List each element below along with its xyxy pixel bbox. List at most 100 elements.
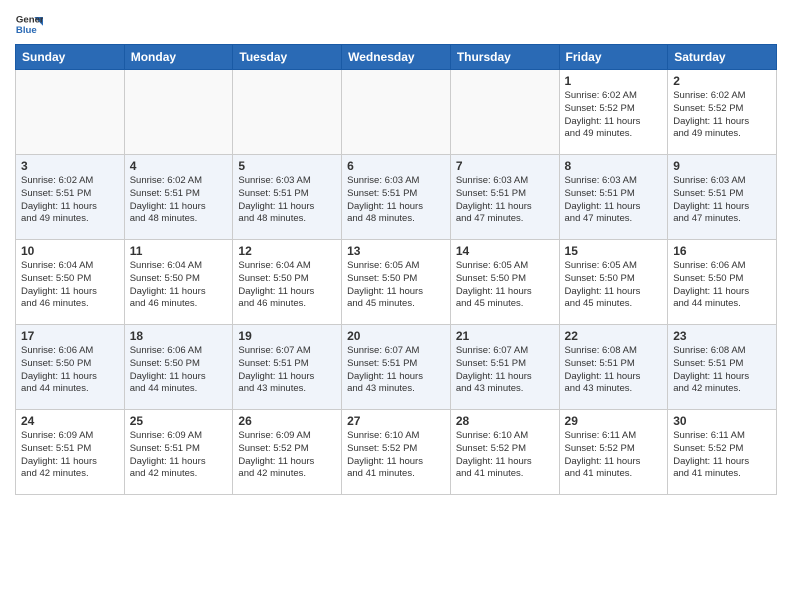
day-number: 23 [673, 329, 771, 343]
day-info: Sunrise: 6:04 AM Sunset: 5:50 PM Dayligh… [238, 260, 336, 311]
day-info: Sunrise: 6:02 AM Sunset: 5:52 PM Dayligh… [565, 90, 663, 141]
day-number: 22 [565, 329, 663, 343]
calendar-week-4: 17 Sunrise: 6:06 AM Sunset: 5:50 PM Dayli… [16, 325, 777, 410]
day-number: 21 [456, 329, 554, 343]
day-info: Sunrise: 6:08 AM Sunset: 5:51 PM Dayligh… [565, 345, 663, 396]
calendar-cell: 23 Sunrise: 6:08 AM Sunset: 5:51 PM Dayli… [668, 325, 777, 410]
day-number: 14 [456, 244, 554, 258]
calendar-page: General Blue SundayMondayTuesdayWednesda… [0, 0, 792, 510]
calendar-week-1: 1 Sunrise: 6:02 AM Sunset: 5:52 PM Daylig… [16, 70, 777, 155]
calendar-week-2: 3 Sunrise: 6:02 AM Sunset: 5:51 PM Daylig… [16, 155, 777, 240]
svg-text:General: General [16, 14, 43, 25]
day-info: Sunrise: 6:05 AM Sunset: 5:50 PM Dayligh… [347, 260, 445, 311]
day-info: Sunrise: 6:10 AM Sunset: 5:52 PM Dayligh… [347, 430, 445, 481]
calendar-table: SundayMondayTuesdayWednesdayThursdayFrid… [15, 44, 777, 495]
calendar-cell: 12 Sunrise: 6:04 AM Sunset: 5:50 PM Dayli… [233, 240, 342, 325]
day-number: 17 [21, 329, 119, 343]
calendar-cell: 11Sunrise: 6:04 AM Sunset: 5:50 PM Dayli… [124, 240, 233, 325]
day-number: 1 [565, 74, 663, 88]
day-number: 6 [347, 159, 445, 173]
day-info: Sunrise: 6:02 AM Sunset: 5:51 PM Dayligh… [130, 175, 228, 226]
day-info: Sunrise: 6:06 AM Sunset: 5:50 PM Dayligh… [130, 345, 228, 396]
day-info: Sunrise: 6:11 AM Sunset: 5:52 PM Dayligh… [673, 430, 771, 481]
calendar-cell: 20 Sunrise: 6:07 AM Sunset: 5:51 PM Dayli… [342, 325, 451, 410]
calendar-cell: 29 Sunrise: 6:11 AM Sunset: 5:52 PM Dayli… [559, 410, 668, 495]
day-number: 15 [565, 244, 663, 258]
calendar-cell: 15 Sunrise: 6:05 AM Sunset: 5:50 PM Dayli… [559, 240, 668, 325]
calendar-cell: 28Sunrise: 6:10 AM Sunset: 5:52 PM Dayli… [450, 410, 559, 495]
day-number: 18 [130, 329, 228, 343]
day-number: 2 [673, 74, 771, 88]
day-info: Sunrise: 6:08 AM Sunset: 5:51 PM Dayligh… [673, 345, 771, 396]
calendar-cell: 22 Sunrise: 6:08 AM Sunset: 5:51 PM Dayli… [559, 325, 668, 410]
day-info: Sunrise: 6:09 AM Sunset: 5:51 PM Dayligh… [130, 430, 228, 481]
day-number: 8 [565, 159, 663, 173]
calendar-cell: 30 Sunrise: 6:11 AM Sunset: 5:52 PM Dayli… [668, 410, 777, 495]
day-number: 30 [673, 414, 771, 428]
calendar-cell: 7 Sunrise: 6:03 AM Sunset: 5:51 PM Daylig… [450, 155, 559, 240]
day-info: Sunrise: 6:02 AM Sunset: 5:51 PM Dayligh… [21, 175, 119, 226]
day-number: 16 [673, 244, 771, 258]
day-number: 5 [238, 159, 336, 173]
calendar-cell: 16Sunrise: 6:06 AM Sunset: 5:50 PM Dayli… [668, 240, 777, 325]
day-number: 7 [456, 159, 554, 173]
calendar-cell [233, 70, 342, 155]
calendar-cell: 2 Sunrise: 6:02 AM Sunset: 5:52 PM Daylig… [668, 70, 777, 155]
day-number: 29 [565, 414, 663, 428]
day-info: Sunrise: 6:09 AM Sunset: 5:52 PM Dayligh… [238, 430, 336, 481]
calendar-cell: 18 Sunrise: 6:06 AM Sunset: 5:50 PM Dayli… [124, 325, 233, 410]
day-info: Sunrise: 6:07 AM Sunset: 5:51 PM Dayligh… [347, 345, 445, 396]
calendar-cell: 5Sunrise: 6:03 AM Sunset: 5:51 PM Daylig… [233, 155, 342, 240]
logo-icon: General Blue [15, 10, 43, 38]
calendar-cell: 27 Sunrise: 6:10 AM Sunset: 5:52 PM Dayli… [342, 410, 451, 495]
day-number: 10 [21, 244, 119, 258]
calendar-cell: 4 Sunrise: 6:02 AM Sunset: 5:51 PM Daylig… [124, 155, 233, 240]
calendar-cell [450, 70, 559, 155]
weekday-monday: Monday [124, 45, 233, 70]
day-info: Sunrise: 6:03 AM Sunset: 5:51 PM Dayligh… [565, 175, 663, 226]
calendar-cell: 25 Sunrise: 6:09 AM Sunset: 5:51 PM Dayli… [124, 410, 233, 495]
day-number: 24 [21, 414, 119, 428]
day-number: 25 [130, 414, 228, 428]
day-number: 27 [347, 414, 445, 428]
day-info: Sunrise: 6:04 AM Sunset: 5:50 PM Dayligh… [21, 260, 119, 311]
day-number: 20 [347, 329, 445, 343]
calendar-cell [124, 70, 233, 155]
day-info: Sunrise: 6:03 AM Sunset: 5:51 PM Dayligh… [347, 175, 445, 226]
day-info: Sunrise: 6:07 AM Sunset: 5:51 PM Dayligh… [456, 345, 554, 396]
calendar-cell: 6 Sunrise: 6:03 AM Sunset: 5:51 PM Daylig… [342, 155, 451, 240]
calendar-cell [16, 70, 125, 155]
calendar-cell: 8 Sunrise: 6:03 AM Sunset: 5:51 PM Daylig… [559, 155, 668, 240]
weekday-sunday: Sunday [16, 45, 125, 70]
svg-text:Blue: Blue [16, 25, 37, 36]
day-number: 4 [130, 159, 228, 173]
day-info: Sunrise: 6:11 AM Sunset: 5:52 PM Dayligh… [565, 430, 663, 481]
weekday-saturday: Saturday [668, 45, 777, 70]
day-number: 9 [673, 159, 771, 173]
day-info: Sunrise: 6:09 AM Sunset: 5:51 PM Dayligh… [21, 430, 119, 481]
weekday-tuesday: Tuesday [233, 45, 342, 70]
weekday-thursday: Thursday [450, 45, 559, 70]
logo: General Blue [15, 10, 45, 38]
day-info: Sunrise: 6:03 AM Sunset: 5:51 PM Dayligh… [456, 175, 554, 226]
weekday-header-row: SundayMondayTuesdayWednesdayThursdayFrid… [16, 45, 777, 70]
day-number: 12 [238, 244, 336, 258]
day-info: Sunrise: 6:02 AM Sunset: 5:52 PM Dayligh… [673, 90, 771, 141]
day-info: Sunrise: 6:07 AM Sunset: 5:51 PM Dayligh… [238, 345, 336, 396]
day-info: Sunrise: 6:03 AM Sunset: 5:51 PM Dayligh… [673, 175, 771, 226]
day-number: 3 [21, 159, 119, 173]
calendar-cell: 10 Sunrise: 6:04 AM Sunset: 5:50 PM Dayli… [16, 240, 125, 325]
day-number: 11 [130, 244, 228, 258]
calendar-cell: 26 Sunrise: 6:09 AM Sunset: 5:52 PM Dayli… [233, 410, 342, 495]
weekday-friday: Friday [559, 45, 668, 70]
calendar-week-3: 10 Sunrise: 6:04 AM Sunset: 5:50 PM Dayli… [16, 240, 777, 325]
day-info: Sunrise: 6:05 AM Sunset: 5:50 PM Dayligh… [565, 260, 663, 311]
header: General Blue [15, 10, 777, 38]
calendar-cell: 24 Sunrise: 6:09 AM Sunset: 5:51 PM Dayli… [16, 410, 125, 495]
calendar-cell: 13 Sunrise: 6:05 AM Sunset: 5:50 PM Dayli… [342, 240, 451, 325]
day-info: Sunrise: 6:05 AM Sunset: 5:50 PM Dayligh… [456, 260, 554, 311]
calendar-cell: 14 Sunrise: 6:05 AM Sunset: 5:50 PM Dayli… [450, 240, 559, 325]
day-info: Sunrise: 6:06 AM Sunset: 5:50 PM Dayligh… [21, 345, 119, 396]
day-number: 13 [347, 244, 445, 258]
day-number: 26 [238, 414, 336, 428]
